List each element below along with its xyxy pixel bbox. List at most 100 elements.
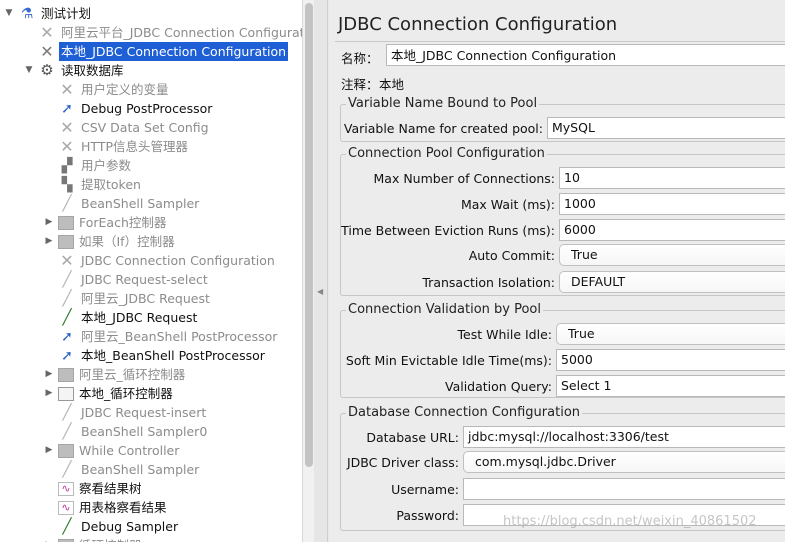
tree-item[interactable]: ✕ 用户定义的变量 [44, 80, 171, 99]
connection-pool-group: Connection Pool Configuration Max Number… [340, 146, 785, 296]
connection-validation-group: Connection Validation by Pool Test While… [340, 302, 785, 398]
loop-controller-icon [58, 386, 74, 401]
test-while-idle-select[interactable]: True [556, 323, 785, 345]
group-title: Variable Name Bound to Pool [346, 96, 540, 111]
tree-item-label: 阿里云_循环控制器 [79, 367, 186, 382]
tree-item-label: 本地_循环控制器 [79, 386, 173, 401]
soft-min-idle-input[interactable]: 5000 [556, 349, 785, 371]
max-wait-input[interactable]: 1000 [559, 193, 785, 215]
expand-toggle-icon[interactable]: ▶ [44, 384, 54, 403]
tree-scrollbar-thumb[interactable] [305, 3, 313, 467]
validation-query-input[interactable]: Select 1 [556, 375, 785, 397]
test-while-idle-label: Test While Idle: [457, 326, 552, 342]
form-row: Max Number of Connections: 10 [341, 167, 785, 189]
form-row: Transaction Isolation: DEFAULT [341, 271, 785, 293]
tree-item[interactable]: ✕ JDBC Connection Configuration [44, 251, 277, 270]
form-row: Soft Min Evictable Idle Time(ms): 5000 [341, 349, 785, 371]
pool-variable-input[interactable]: MySQL [547, 117, 785, 139]
tree-item[interactable]: ╱ 本地_JDBC Request [44, 308, 199, 327]
tree-item-label: 读取数据库 [61, 63, 124, 78]
tree-scrollbar[interactable] [302, 0, 314, 542]
tree-item[interactable]: ╱ Debug Sampler [44, 517, 180, 536]
config-tool-icon: ✕ [60, 117, 74, 137]
tree-item[interactable]: ▼ ⚙ 读取数据库 [24, 61, 126, 80]
tree-item[interactable]: ➚ 阿里云_BeanShell PostProcessor [44, 327, 279, 346]
tree-item[interactable]: ▚ 提取token [44, 175, 143, 194]
sampler-wand-icon: ╱ [62, 308, 72, 326]
collapse-toggle-icon[interactable]: ▼ [4, 4, 14, 23]
controller-box-icon [58, 234, 74, 249]
soft-min-idle-label: Soft Min Evictable Idle Time(ms): [345, 352, 552, 368]
expand-toggle-icon[interactable]: ▶ [44, 536, 54, 542]
tree-item[interactable]: ▶ 阿里云_循环控制器 [44, 365, 187, 384]
tree-item[interactable]: ▼ ⚗ 测试计划 [4, 4, 93, 23]
tree-item[interactable]: ✕ CSV Data Set Config [44, 118, 211, 137]
jdbc-driver-label: JDBC Driver class: [346, 454, 459, 470]
tree-item-label: 阿里云平台_JDBC Connection Configuration [61, 25, 302, 40]
expand-toggle-icon[interactable]: ▶ [44, 365, 54, 384]
expand-toggle-icon[interactable]: ▶ [44, 213, 54, 232]
auto-commit-select[interactable]: True [559, 244, 785, 266]
postprocessor-arrow-icon: ➚ [61, 347, 73, 364]
flask-icon: ⚗ [20, 5, 34, 22]
max-wait-label: Max Wait (ms): [460, 196, 555, 212]
tree-item-label: Debug PostProcessor [81, 101, 213, 116]
tree-item[interactable]: ▶ 循环控制器 [44, 536, 144, 542]
form-row: Max Wait (ms): 1000 [341, 193, 785, 215]
tree-item[interactable]: ∿ 察看结果树 [44, 479, 144, 498]
tree-item-label: 本地_JDBC Request [81, 310, 198, 325]
sampler-wand-icon: ╱ [62, 517, 72, 535]
group-title: Connection Validation by Pool [346, 302, 543, 317]
controller-box-icon [58, 215, 74, 230]
test-plan-tree[interactable]: ▼ ⚗ 测试计划 ✕ 阿里云平台_JDBC Connection Configurati… [0, 0, 302, 542]
listener-chart-icon: ∿ [58, 481, 74, 496]
sampler-wand-icon: ╱ [62, 460, 72, 478]
tree-item[interactable]: ╱ BeanShell Sampler [44, 460, 201, 479]
tree-item-label: 用表格察看结果 [79, 500, 167, 515]
tree-item[interactable]: ╱ JDBC Request-insert [44, 403, 208, 422]
jdbc-driver-select[interactable]: com.mysql.jdbc.Driver [463, 451, 785, 473]
expand-toggle-icon[interactable]: ▶ [44, 232, 54, 251]
tree-item-label: 循环控制器 [77, 536, 144, 542]
tree-item-label: HTTP信息头管理器 [81, 139, 188, 154]
tree-item[interactable]: ╱ BeanShell Sampler0 [44, 422, 209, 441]
postprocessor-arrow-icon: ➚ [61, 328, 73, 345]
tree-item[interactable]: ▶ 本地_循环控制器 [44, 384, 175, 403]
comment-input[interactable]: 本地 [379, 74, 404, 93]
form-row: JDBC Driver class: com.mysql.jdbc.Driver [341, 451, 785, 473]
tree-item[interactable]: ▶ 如果（If）控制器 [44, 232, 177, 251]
tree-item[interactable]: ∿ 用表格察看结果 [44, 498, 169, 517]
tree-item-label: 本地_JDBC Connection Configuration [59, 42, 289, 61]
eviction-runs-input[interactable]: 6000 [559, 219, 785, 241]
tree-item[interactable]: ➚ 本地_BeanShell PostProcessor [44, 346, 267, 365]
form-row: Auto Commit: True [341, 244, 785, 266]
collapse-toggle-icon[interactable]: ▼ [24, 61, 34, 80]
pane-splitter[interactable]: ◀ [314, 0, 328, 542]
tree-item[interactable]: ✕ 本地_JDBC Connection Configuration [24, 42, 289, 61]
config-tool-icon: ✕ [60, 136, 74, 156]
tree-item[interactable]: ➚ Debug PostProcessor [44, 99, 214, 118]
pool-variable-label: Variable Name for created pool: [343, 120, 543, 136]
database-url-input[interactable]: jdbc:mysql://localhost:3306/test [463, 426, 785, 448]
tree-item-label: 阿里云_JDBC Request [81, 291, 210, 306]
expand-toggle-icon[interactable]: ▶ [44, 441, 54, 460]
tree-item-label: 用户参数 [81, 158, 132, 173]
comment-label: 注释： [341, 77, 379, 92]
tree-item[interactable]: ✕ 阿里云平台_JDBC Connection Configuration [24, 23, 302, 42]
max-connections-input[interactable]: 10 [559, 167, 785, 189]
password-label: Password: [396, 507, 459, 523]
tree-item[interactable]: ╱ 阿里云_JDBC Request [44, 289, 212, 308]
tree-item[interactable]: ╱ BeanShell Sampler [44, 194, 201, 213]
name-input[interactable]: 本地_JDBC Connection Configuration [386, 44, 785, 66]
tree-item[interactable]: ▶ ForEach控制器 [44, 213, 168, 232]
username-input[interactable] [463, 478, 785, 500]
tree-item[interactable]: ╱ JDBC Request-select [44, 270, 210, 289]
tree-item[interactable]: ▶ While Controller [44, 441, 181, 460]
transaction-isolation-select[interactable]: DEFAULT [559, 271, 785, 293]
tree-item-label: 察看结果树 [79, 481, 142, 496]
tree-item[interactable]: ▞ 用户参数 [44, 156, 133, 175]
tree-item-label: While Controller [79, 443, 180, 458]
controller-box-icon [58, 367, 74, 382]
tree-item[interactable]: ✕ HTTP信息头管理器 [44, 137, 190, 156]
tree-item-label: 阿里云_BeanShell PostProcessor [81, 329, 278, 344]
